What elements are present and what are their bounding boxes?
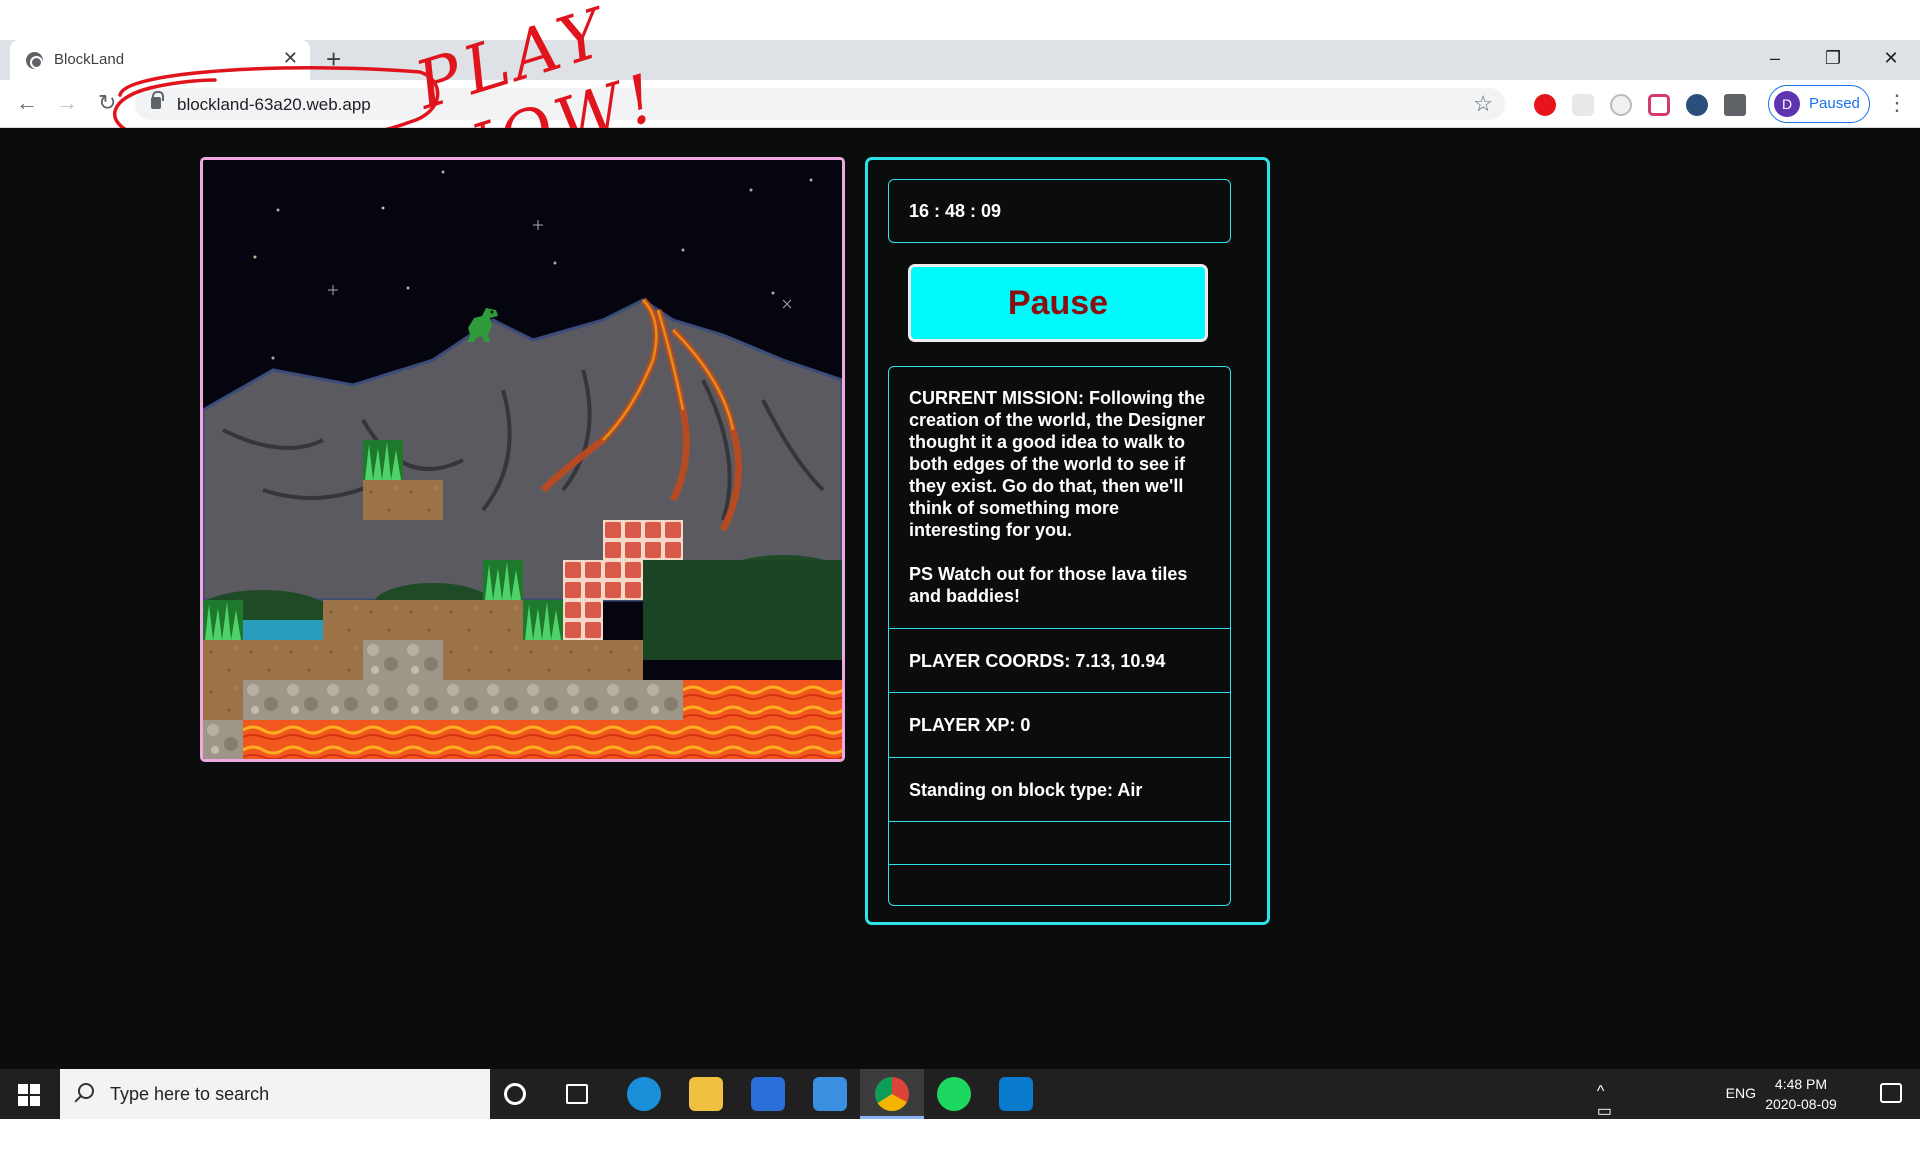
reload-icon[interactable]: ↻ [98, 90, 116, 116]
search-placeholder: Type here to search [110, 1084, 270, 1104]
mission-paragraph: CURRENT MISSION: Following the creation … [909, 388, 1206, 540]
extension-icon[interactable] [1686, 94, 1708, 116]
file-explorer-icon[interactable] [689, 1077, 723, 1111]
vscode-icon[interactable] [999, 1077, 1033, 1111]
url-text[interactable]: blockland-63a20.web.app [177, 95, 371, 115]
opera-extension-icon[interactable] [1534, 94, 1556, 116]
extensions-area [1534, 94, 1746, 116]
notification-icon[interactable] [1880, 1083, 1902, 1103]
player-xp: PLAYER XP: 0 [889, 693, 1230, 758]
menu-icon[interactable]: ⋮ [1886, 90, 1908, 116]
pocket-extension-icon[interactable] [1648, 94, 1670, 116]
chrome-icon[interactable] [875, 1077, 909, 1111]
puzzle-icon[interactable] [1724, 94, 1746, 116]
game-canvas[interactable] [200, 157, 845, 762]
avatar: D [1774, 91, 1800, 117]
windows-taskbar: Type here to search ^ ▭ ≋ ◁ ENG 4:48 PM … [0, 1069, 1920, 1160]
profile-button[interactable]: D Paused [1768, 85, 1870, 123]
bookmark-star-icon[interactable]: ☆ [1473, 91, 1493, 117]
profile-status: Paused [1809, 95, 1860, 112]
restore-button[interactable]: ❐ [1804, 40, 1862, 80]
language-indicator[interactable]: ENG [1726, 1085, 1756, 1101]
clock-date: 2020-08-09 [1765, 1096, 1837, 1112]
spotify-icon[interactable] [937, 1077, 971, 1111]
clock-display: 16 : 48 : 09 [888, 179, 1231, 243]
cortana-icon[interactable] [504, 1083, 526, 1105]
forward-icon[interactable]: → [56, 90, 78, 116]
clock-time: 4:48 PM [1774, 1076, 1828, 1092]
close-window-button[interactable]: ✕ [1862, 40, 1920, 80]
address-bar[interactable]: blockland-63a20.web.app ☆ [135, 88, 1505, 120]
mail-icon[interactable] [813, 1077, 847, 1111]
edge-icon[interactable] [627, 1077, 661, 1111]
extension-icon[interactable] [1572, 94, 1594, 116]
info-list: CURRENT MISSION: Following the creation … [888, 366, 1231, 906]
globe-icon [26, 52, 43, 69]
browser-chrome: BlockLand ✕ + – ❐ ✕ ← → ↻ blockland-63a2… [0, 0, 1920, 128]
window-controls: – ❐ ✕ [1746, 40, 1920, 80]
store-icon[interactable] [751, 1077, 785, 1111]
back-icon[interactable]: ← [16, 90, 38, 116]
game-scene [203, 160, 842, 759]
browser-toolbar: ← → ↻ blockland-63a20.web.app ☆ D Paused… [0, 80, 1920, 128]
tab-blockland[interactable]: BlockLand ✕ [10, 40, 310, 80]
block-type: Standing on block type: Air [889, 758, 1230, 822]
pause-button[interactable]: Pause [908, 264, 1208, 342]
hud-panel: 16 : 48 : 09 Pause CURRENT MISSION: Foll… [865, 157, 1270, 925]
empty-row [889, 865, 1230, 905]
taskbar-search[interactable]: Type here to search [60, 1069, 490, 1119]
task-view-icon[interactable] [566, 1084, 588, 1104]
mission-paragraph: PS Watch out for those lava tiles and ba… [909, 564, 1188, 606]
page-content: 16 : 48 : 09 Pause CURRENT MISSION: Foll… [0, 128, 1920, 1069]
tab-strip: BlockLand ✕ + [0, 40, 1920, 80]
player-coords: PLAYER COORDS: 7.13, 10.94 [889, 629, 1230, 693]
new-tab-button[interactable]: + [326, 44, 341, 75]
tab-title: BlockLand [54, 51, 125, 68]
windows-start-icon[interactable] [18, 1084, 40, 1106]
search-icon [78, 1083, 94, 1099]
close-tab-icon[interactable]: ✕ [283, 48, 298, 69]
empty-row [889, 822, 1230, 865]
mission-text: CURRENT MISSION: Following the creation … [889, 367, 1230, 629]
clock[interactable]: 4:48 PM 2020-08-09 [1756, 1074, 1846, 1114]
extension-icon[interactable] [1610, 94, 1632, 116]
minimize-button[interactable]: – [1746, 40, 1804, 80]
lock-icon [151, 91, 164, 109]
tray-icons[interactable]: ^ ▭ ≋ ◁ [1597, 1083, 1630, 1161]
